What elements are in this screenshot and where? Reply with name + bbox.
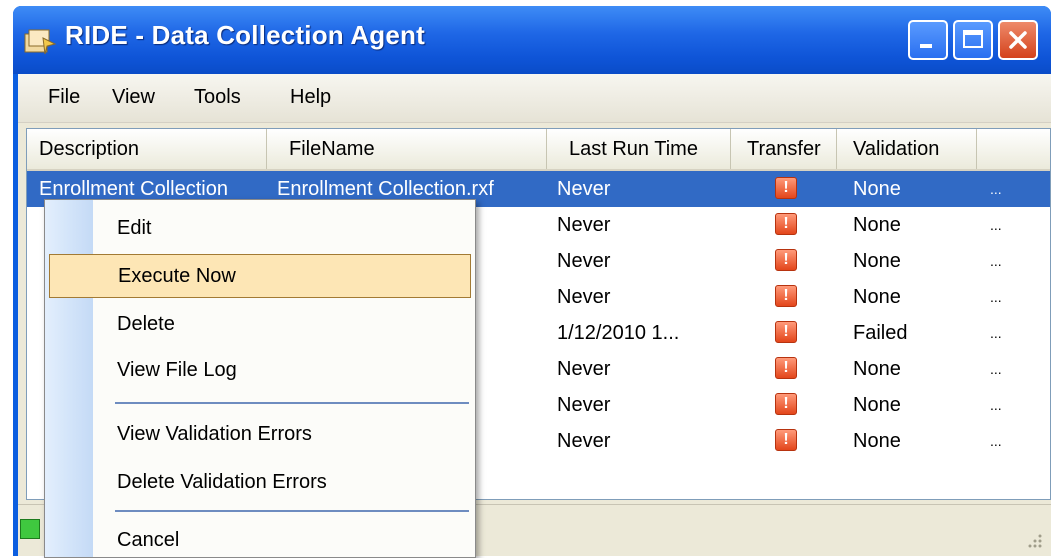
cell-last-run-time: Never [557, 358, 611, 380]
cell-validation: None [853, 394, 901, 416]
warning-icon: ! [775, 429, 797, 451]
cell-more: ... [990, 325, 1002, 341]
cell-validation: None [853, 178, 901, 200]
cell-last-run-time: Never [557, 430, 611, 452]
minimize-button[interactable] [908, 20, 948, 60]
context-menu-execute-now[interactable]: Execute Now [49, 254, 471, 298]
menu-bar: File View Tools Help [18, 74, 1051, 123]
context-menu-delete[interactable]: Delete [93, 302, 471, 346]
status-indicator-icon [20, 519, 40, 539]
context-menu-view-file-log[interactable]: View File Log [93, 348, 471, 392]
list-header: Description FileName Last Run Time Trans… [27, 129, 1050, 171]
context-menu-separator [115, 510, 469, 512]
warning-icon: ! [775, 249, 797, 271]
cell-last-run-time: Never [557, 286, 611, 308]
minimize-icon [920, 44, 932, 48]
context-menu-cancel[interactable]: Cancel [93, 518, 471, 557]
warning-icon: ! [775, 285, 797, 307]
cell-last-run-time: Never [557, 394, 611, 416]
cell-more: ... [990, 433, 1002, 449]
resize-grip-icon[interactable] [1025, 531, 1043, 549]
cell-validation: None [853, 250, 901, 272]
cell-validation: None [853, 286, 901, 308]
cell-more: ... [990, 181, 1002, 197]
cell-validation: None [853, 214, 901, 236]
cell-last-run-time: Never [557, 178, 611, 200]
column-header-last-run-time[interactable]: Last Run Time [547, 129, 731, 169]
maximize-icon [963, 30, 983, 48]
cell-validation: Failed [853, 322, 908, 344]
cell-more: ... [990, 217, 1002, 233]
context-menu-view-validation-errors[interactable]: View Validation Errors [93, 412, 471, 456]
menu-file[interactable]: File [48, 86, 80, 109]
cell-last-run-time: 1/12/2010 1... [557, 322, 680, 344]
close-button[interactable] [998, 20, 1038, 60]
warning-icon: ! [775, 357, 797, 379]
context-menu: Edit Execute Now Delete View File Log Vi… [44, 199, 476, 558]
cell-more: ... [990, 253, 1002, 269]
column-header-transfer[interactable]: Transfer [731, 129, 837, 169]
cell-last-run-time: Never [557, 214, 611, 236]
maximize-button[interactable] [953, 20, 993, 60]
cell-last-run-time: Never [557, 250, 611, 272]
warning-icon: ! [775, 393, 797, 415]
cell-validation: None [853, 358, 901, 380]
title-bar[interactable]: RIDE - Data Collection Agent [13, 6, 1051, 74]
cell-validation: None [853, 430, 901, 452]
warning-icon: ! [775, 321, 797, 343]
app-icon [24, 29, 57, 55]
cell-more: ... [990, 361, 1002, 377]
menu-help[interactable]: Help [290, 86, 331, 109]
column-header-description[interactable]: Description [27, 129, 267, 169]
close-icon [1009, 31, 1027, 49]
cell-more: ... [990, 289, 1002, 305]
warning-icon: ! [775, 177, 797, 199]
context-menu-edit[interactable]: Edit [93, 206, 471, 250]
context-menu-separator [115, 402, 469, 404]
column-header-validation[interactable]: Validation [837, 129, 977, 169]
context-menu-delete-validation-errors[interactable]: Delete Validation Errors [93, 460, 471, 504]
warning-icon: ! [775, 213, 797, 235]
menu-tools[interactable]: Tools [194, 86, 241, 109]
cell-more: ... [990, 397, 1002, 413]
menu-view[interactable]: View [112, 86, 155, 109]
window-title: RIDE - Data Collection Agent [65, 20, 425, 50]
column-header-filename[interactable]: FileName [267, 129, 547, 169]
